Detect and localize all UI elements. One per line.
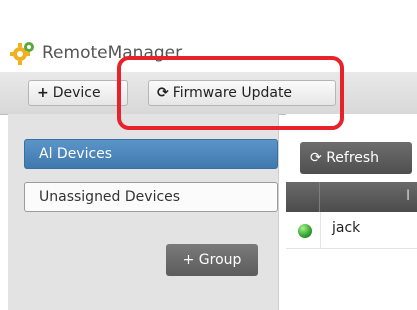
app-title: RemoteManager	[42, 43, 183, 63]
device-list-panel: ⟳ Refresh I jack	[286, 114, 417, 310]
firmware-update-label: Firmware Update	[172, 85, 293, 101]
add-device-button[interactable]: + Device	[28, 80, 128, 106]
firmware-update-button[interactable]: ⟳ Firmware Update	[148, 80, 336, 106]
add-group-label: Group	[198, 252, 242, 268]
device-sidebar: Al Devices Unassigned Devices + Group	[8, 114, 279, 310]
device-name: jack	[332, 220, 361, 236]
column-header-id[interactable]: I	[406, 188, 410, 204]
add-device-label: Device	[52, 85, 101, 101]
table-row[interactable]: jack	[286, 212, 417, 249]
refresh-icon: ⟳	[310, 150, 327, 166]
plus-icon: +	[182, 252, 199, 268]
sidebar-item-label: Al Devices	[39, 146, 113, 162]
main-toolbar: + Device ⟳ Firmware Update	[0, 72, 417, 115]
refresh-label: Refresh	[326, 150, 380, 166]
refresh-button[interactable]: ⟳ Refresh	[300, 142, 412, 174]
sidebar-item-all-devices[interactable]: Al Devices	[24, 139, 278, 169]
plus-icon: +	[37, 85, 49, 101]
sidebar-item-label: Unassigned Devices	[39, 189, 181, 205]
app-logo-icon	[10, 42, 34, 65]
status-online-icon	[298, 224, 312, 238]
table-header: I	[286, 182, 417, 212]
add-group-button[interactable]: + Group	[166, 244, 258, 276]
refresh-icon: ⟳	[157, 85, 169, 101]
column-divider	[320, 212, 321, 248]
sidebar-item-unassigned-devices[interactable]: Unassigned Devices	[24, 182, 278, 212]
column-header-status[interactable]	[286, 182, 320, 212]
